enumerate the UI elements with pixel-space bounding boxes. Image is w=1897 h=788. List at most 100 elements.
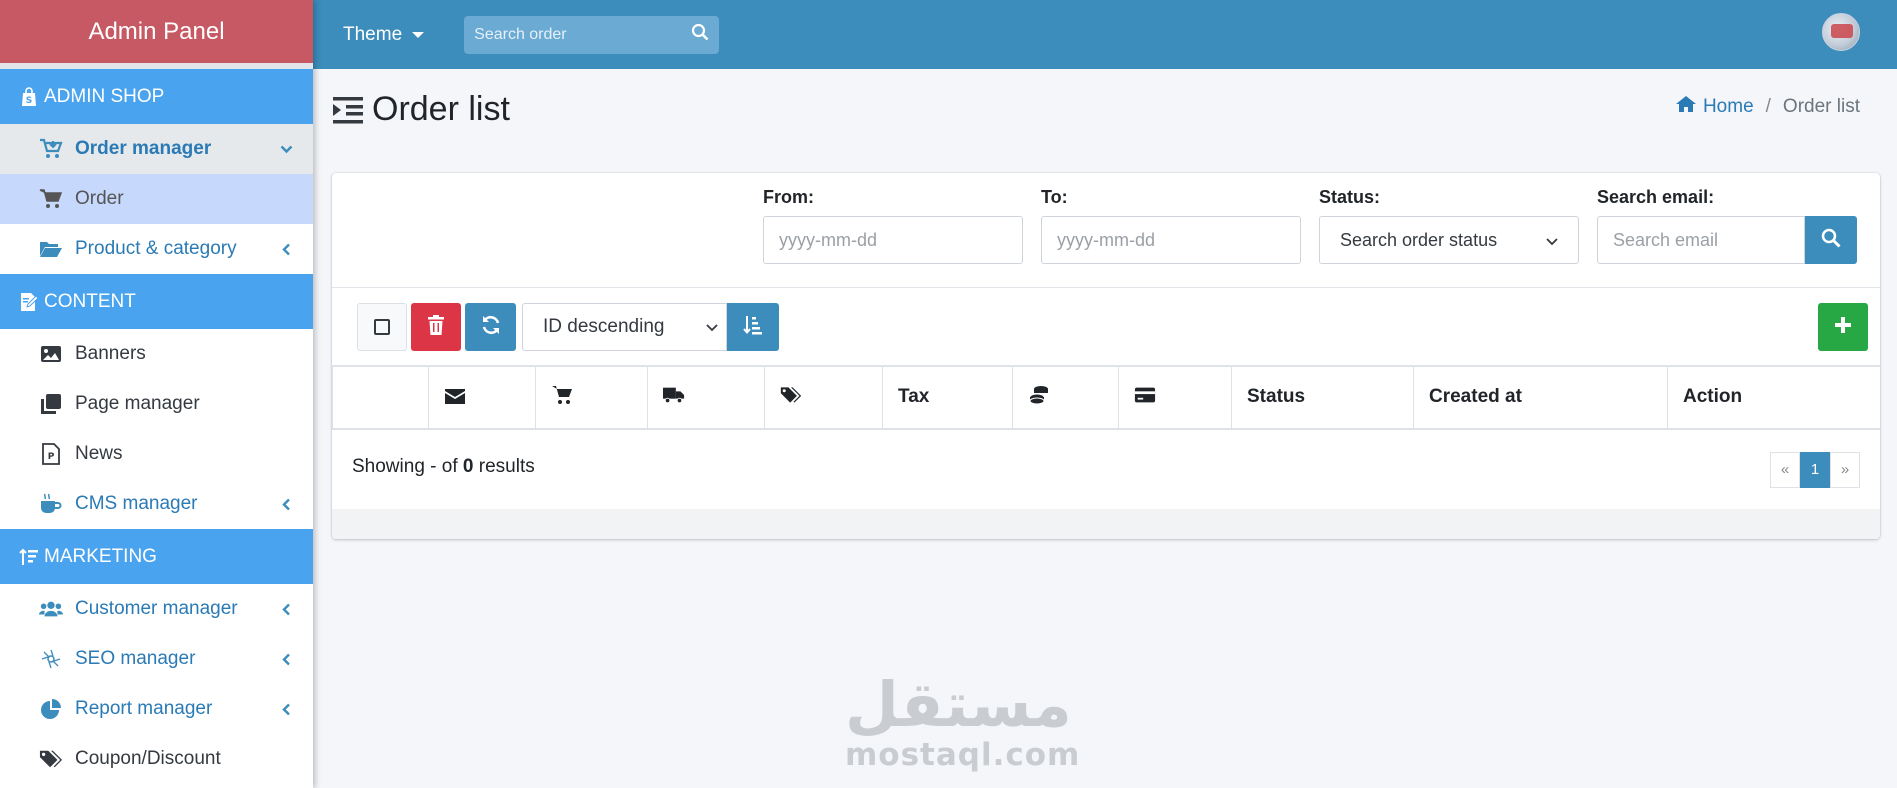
- orders-table: Tax Status Created at Action: [332, 366, 1880, 430]
- column-header-email[interactable]: [428, 366, 536, 430]
- seo-icon: [39, 648, 63, 670]
- email-search-button[interactable]: [1805, 216, 1857, 264]
- card-footer: [332, 509, 1880, 539]
- search-icon[interactable]: [691, 23, 709, 46]
- sidebar-item-seo-manager[interactable]: SEO manager: [0, 634, 313, 684]
- cart-icon: [551, 384, 573, 406]
- checkbox-square-icon: [374, 319, 390, 335]
- refresh-icon: [481, 315, 501, 340]
- chevron-left-icon: [279, 652, 293, 666]
- chevron-left-icon: [279, 497, 293, 511]
- column-header-shipping[interactable]: [647, 366, 765, 430]
- file-powerpoint-icon: P: [39, 443, 63, 465]
- status-select[interactable]: Search order status: [1319, 216, 1579, 264]
- tags-icon: [780, 384, 802, 406]
- watermark-arabic-text: مستقل: [845, 668, 1074, 741]
- section-title: MARKETING: [44, 545, 157, 567]
- shopify-bag-icon: S: [19, 86, 39, 107]
- sidebar-item-label: Product & category: [75, 238, 237, 259]
- sort-select[interactable]: ID descending: [522, 303, 727, 351]
- results-prefix: Showing - of: [352, 455, 458, 477]
- sidebar-item-label: Report manager: [75, 698, 213, 719]
- sidebar-item-coupon-discount[interactable]: Coupon/Discount: [0, 734, 313, 784]
- coffee-icon: [39, 493, 63, 515]
- user-avatar[interactable]: [1822, 13, 1860, 51]
- breadcrumb-home[interactable]: Home: [1675, 95, 1754, 119]
- list-toolbar: ID descending: [332, 288, 1880, 366]
- chevron-down-icon: [279, 142, 293, 156]
- breadcrumb-separator: /: [1765, 96, 1771, 117]
- column-header-payment[interactable]: [1118, 366, 1232, 430]
- column-header-cart[interactable]: [535, 366, 648, 430]
- section-title: CONTENT: [44, 290, 136, 312]
- sidebar-item-label: Order manager: [75, 138, 212, 159]
- brand-logo[interactable]: Admin Panel: [0, 0, 313, 69]
- search-icon: [1821, 228, 1841, 253]
- refresh-button[interactable]: [465, 303, 516, 351]
- order-search-input[interactable]: [474, 25, 692, 44]
- sidebar: Admin Panel S ADMIN SHOP Order manager O…: [0, 0, 313, 788]
- clone-icon: [39, 393, 63, 415]
- chevron-left-icon: [279, 702, 293, 716]
- results-summary: Showing - of 0 results: [352, 456, 535, 478]
- sidebar-item-cms-manager[interactable]: CMS manager: [0, 479, 313, 529]
- section-title: ADMIN SHOP: [44, 85, 165, 107]
- select-all-checkbox[interactable]: [357, 303, 407, 351]
- sidebar-item-news[interactable]: P News: [0, 429, 313, 479]
- email-label: Search email:: [1597, 187, 1715, 207]
- column-header-created-at[interactable]: Created at: [1413, 366, 1668, 430]
- cart-icon: [39, 188, 63, 210]
- sidebar-item-label: CMS manager: [75, 493, 198, 514]
- to-label: To:: [1041, 187, 1068, 207]
- to-date-input[interactable]: yyyy-mm-dd: [1041, 216, 1301, 264]
- sidebar-item-order[interactable]: Order: [0, 174, 313, 224]
- sidebar-item-banners[interactable]: Banners: [0, 329, 313, 379]
- column-header-select: [332, 366, 429, 430]
- sidebar-item-report-manager[interactable]: Report manager: [0, 684, 313, 734]
- delete-button[interactable]: [411, 303, 461, 351]
- column-header-status[interactable]: Status: [1231, 366, 1414, 430]
- sidebar-item-customer-manager[interactable]: Customer manager: [0, 584, 313, 634]
- chevron-left-icon: [279, 242, 293, 256]
- tags-icon: [39, 748, 63, 770]
- status-select-value: Search order status: [1340, 229, 1498, 250]
- section-content: CONTENT: [0, 274, 313, 329]
- truck-icon: [663, 384, 685, 406]
- page-title: Order list: [332, 90, 510, 129]
- sidebar-item-label: Page manager: [75, 393, 200, 414]
- from-date-input[interactable]: yyyy-mm-dd: [763, 216, 1023, 264]
- watermark: مستقل mostaql.com: [845, 668, 1079, 773]
- column-header-tax[interactable]: Tax: [882, 366, 1013, 430]
- sidebar-item-product-category[interactable]: Product & category: [0, 224, 313, 274]
- column-header-discount[interactable]: [764, 366, 883, 430]
- breadcrumb: Home / Order list: [1675, 95, 1860, 119]
- results-suffix: results: [478, 455, 535, 477]
- pagination-prev[interactable]: «: [1770, 451, 1800, 488]
- add-order-button[interactable]: [1818, 303, 1868, 351]
- apply-sort-button[interactable]: [727, 303, 779, 351]
- envelope-icon: [444, 385, 466, 407]
- theme-dropdown[interactable]: Theme: [343, 24, 425, 46]
- email-search-input[interactable]: Search email: [1597, 216, 1805, 264]
- from-label: From:: [763, 187, 814, 207]
- users-icon: [39, 598, 63, 620]
- svg-text:S: S: [26, 96, 32, 106]
- folder-open-icon: [39, 238, 63, 260]
- sort-amount-icon: [19, 547, 39, 567]
- column-header-action: Action: [1667, 366, 1880, 430]
- pagination-page-current[interactable]: 1: [1800, 451, 1830, 488]
- sidebar-item-page-manager[interactable]: Page manager: [0, 379, 313, 429]
- column-header-total[interactable]: [1012, 366, 1119, 430]
- chevron-down-icon: [706, 316, 718, 338]
- breadcrumb-current: Order list: [1782, 96, 1860, 117]
- credit-card-icon: [1134, 384, 1156, 406]
- svg-text:P: P: [48, 452, 55, 462]
- plus-icon: [1834, 316, 1852, 339]
- caret-down-icon: [412, 31, 425, 38]
- sidebar-item-order-manager[interactable]: Order manager: [0, 124, 313, 174]
- to-date-group: To: yyyy-mm-dd: [1041, 187, 1301, 264]
- indent-list-icon: [332, 94, 364, 126]
- cart-download-icon: [39, 138, 63, 160]
- pagination-next[interactable]: »: [1830, 451, 1860, 488]
- sidebar-item-label: Customer manager: [75, 598, 238, 619]
